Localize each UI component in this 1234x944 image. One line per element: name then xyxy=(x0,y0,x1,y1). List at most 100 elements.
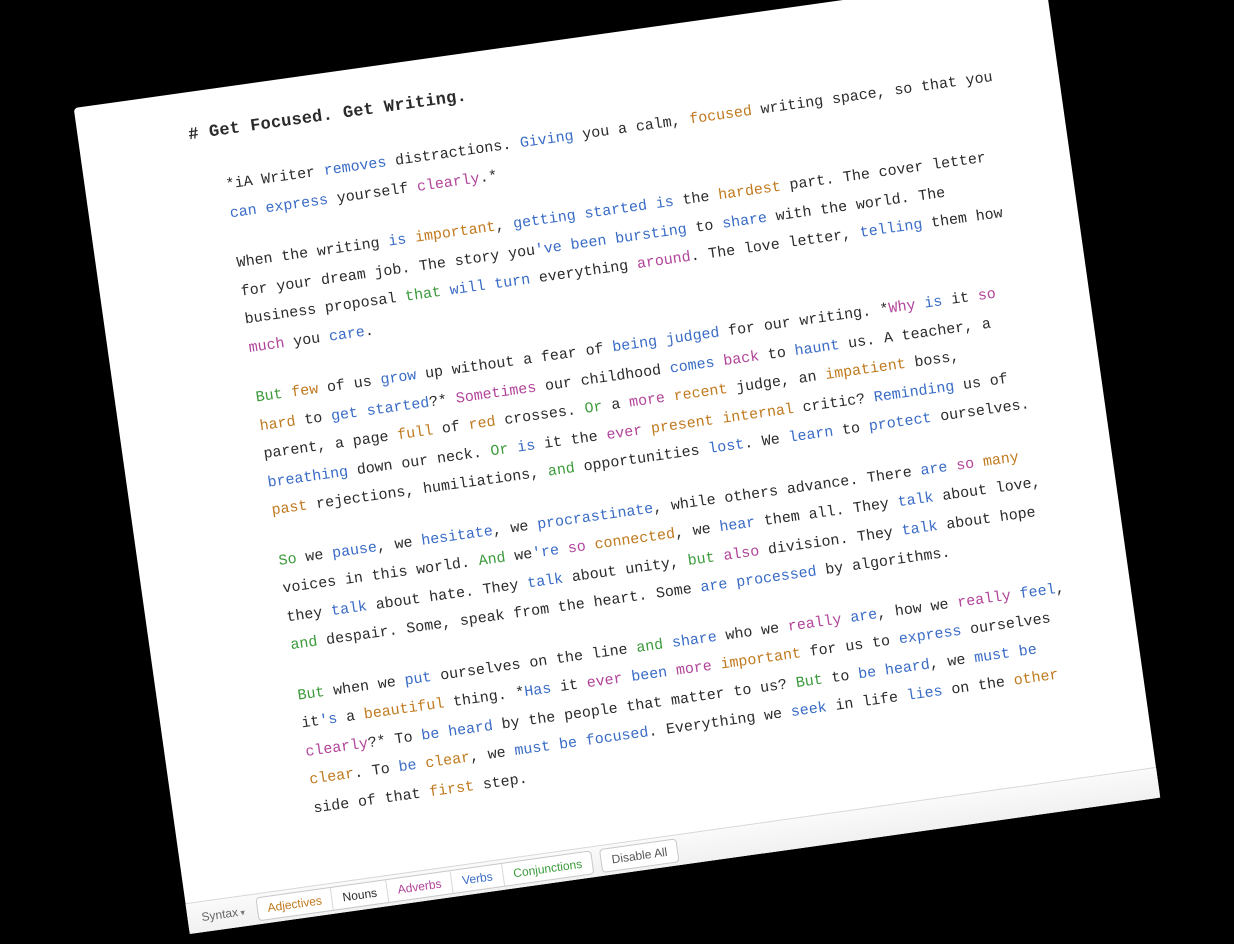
word-adjective: other xyxy=(1013,667,1060,690)
word-adjective: impatient xyxy=(824,356,907,384)
word-adjective: full xyxy=(396,423,434,445)
text: the xyxy=(673,188,720,211)
text: a xyxy=(336,707,365,728)
word-verb: comes xyxy=(669,354,716,377)
word-adverb: ever xyxy=(586,671,624,693)
word-adjective: important xyxy=(720,646,803,674)
text: opportunities xyxy=(574,442,710,478)
word-verb: be xyxy=(398,757,418,776)
toggle-adverbs[interactable]: Adverbs xyxy=(386,871,453,902)
word-adverb: clearly xyxy=(416,170,481,196)
word-verb: lies xyxy=(906,683,944,705)
word-conjunction: but xyxy=(687,549,716,570)
toggle-nouns[interactable]: Nouns xyxy=(331,881,389,911)
toggle-adjectives[interactable]: Adjectives xyxy=(256,888,334,920)
text: ?* To xyxy=(367,728,423,752)
text: who we xyxy=(716,619,790,646)
word-verb: grow xyxy=(380,368,418,390)
word-adverb: really xyxy=(956,587,1012,611)
word-adverb: Why xyxy=(888,297,917,318)
word-adverb: back xyxy=(722,348,760,370)
word-verb: Reminding xyxy=(873,378,956,406)
word-adjective: present xyxy=(650,412,715,438)
word-verb: are xyxy=(919,459,948,480)
text: to xyxy=(294,408,332,430)
word-verb: turn xyxy=(493,272,531,294)
word-verb: talk xyxy=(901,518,939,540)
text: *iA Writer xyxy=(225,163,325,194)
word-verb: put xyxy=(404,669,433,690)
word-verb: Giving xyxy=(519,128,575,152)
text: of xyxy=(432,418,470,440)
text: about hope xyxy=(936,504,1036,535)
word-verb: are xyxy=(700,576,729,597)
text: , we xyxy=(376,533,423,556)
word-verb: 're xyxy=(531,542,560,563)
text: step. xyxy=(473,770,529,794)
word-conjunction: But xyxy=(255,386,284,407)
word-conjunction: and xyxy=(289,634,318,655)
word-verb: breathing xyxy=(267,463,350,491)
text: on the xyxy=(941,673,1015,700)
word-verb: learn xyxy=(788,424,835,447)
word-verb: talk xyxy=(526,571,564,593)
word-verb: share xyxy=(671,629,718,652)
word-adverb: around xyxy=(636,249,692,273)
word-verb: be xyxy=(1018,641,1038,660)
word-adverb: also xyxy=(722,543,760,565)
word-conjunction: that xyxy=(404,284,442,306)
word-verb: talk xyxy=(330,598,368,620)
text: crosses. xyxy=(494,401,586,430)
word-conjunction: and xyxy=(547,460,576,481)
text: . To xyxy=(353,760,400,783)
text: we xyxy=(295,545,333,567)
text: boss, xyxy=(905,349,961,373)
word-verb: telling xyxy=(859,217,924,243)
text: , we xyxy=(469,743,516,766)
word-adverb: much xyxy=(248,335,286,357)
word-adjective: many xyxy=(982,449,1020,471)
disable-all-button[interactable]: Disable All xyxy=(600,840,678,872)
text: writing space, so that you xyxy=(751,69,994,120)
word-verb: must xyxy=(973,645,1011,667)
text: it xyxy=(941,289,979,311)
word-adverb: so xyxy=(977,286,997,305)
syntax-segments: Adjectives Nouns Adverbs Verbs Conjuncti… xyxy=(255,851,595,922)
text: . Everything we xyxy=(647,705,792,742)
word-verb: 've xyxy=(534,239,563,260)
text: by algorithms. xyxy=(815,545,951,581)
text: of us xyxy=(317,373,382,399)
toggle-verbs[interactable]: Verbs xyxy=(451,864,505,893)
word-verb: hesitate xyxy=(420,523,494,550)
toggle-conjunctions[interactable]: Conjunctions xyxy=(502,852,594,886)
text: for us to xyxy=(800,632,900,663)
text: ?* xyxy=(428,391,457,412)
text: distractions. xyxy=(385,136,521,172)
text: them how xyxy=(921,205,1004,233)
word-verb: judged xyxy=(665,325,721,349)
word-verb: pause xyxy=(331,539,378,562)
word-adverb: really xyxy=(787,611,843,635)
word-adjective: recent xyxy=(673,381,729,405)
word-verb: seek xyxy=(790,700,828,722)
word-adjective: red xyxy=(468,414,497,435)
word-verb: haunt xyxy=(794,337,841,360)
text: judge, an xyxy=(726,368,826,399)
word-adjective: important xyxy=(414,219,497,247)
word-verb: Has xyxy=(523,681,552,702)
word-verb: express xyxy=(264,192,329,218)
text: it xyxy=(550,676,588,698)
text: thing. * xyxy=(443,685,526,713)
word-verb: getting xyxy=(512,208,577,234)
text: to xyxy=(822,666,860,688)
word-adjective: beautiful xyxy=(363,696,446,724)
word-verb: started xyxy=(583,198,648,224)
editor-sheet[interactable]: # Get Focused. Get Writing. *iA Writer r… xyxy=(74,0,1161,934)
text: , how we xyxy=(876,595,959,623)
word-verb: care xyxy=(328,324,366,346)
word-conjunction: and xyxy=(635,636,664,657)
word-conjunction: But xyxy=(795,671,824,692)
text: we xyxy=(504,546,533,567)
word-verb: heard xyxy=(884,656,931,679)
syntax-menu[interactable]: Syntax xyxy=(196,900,250,930)
